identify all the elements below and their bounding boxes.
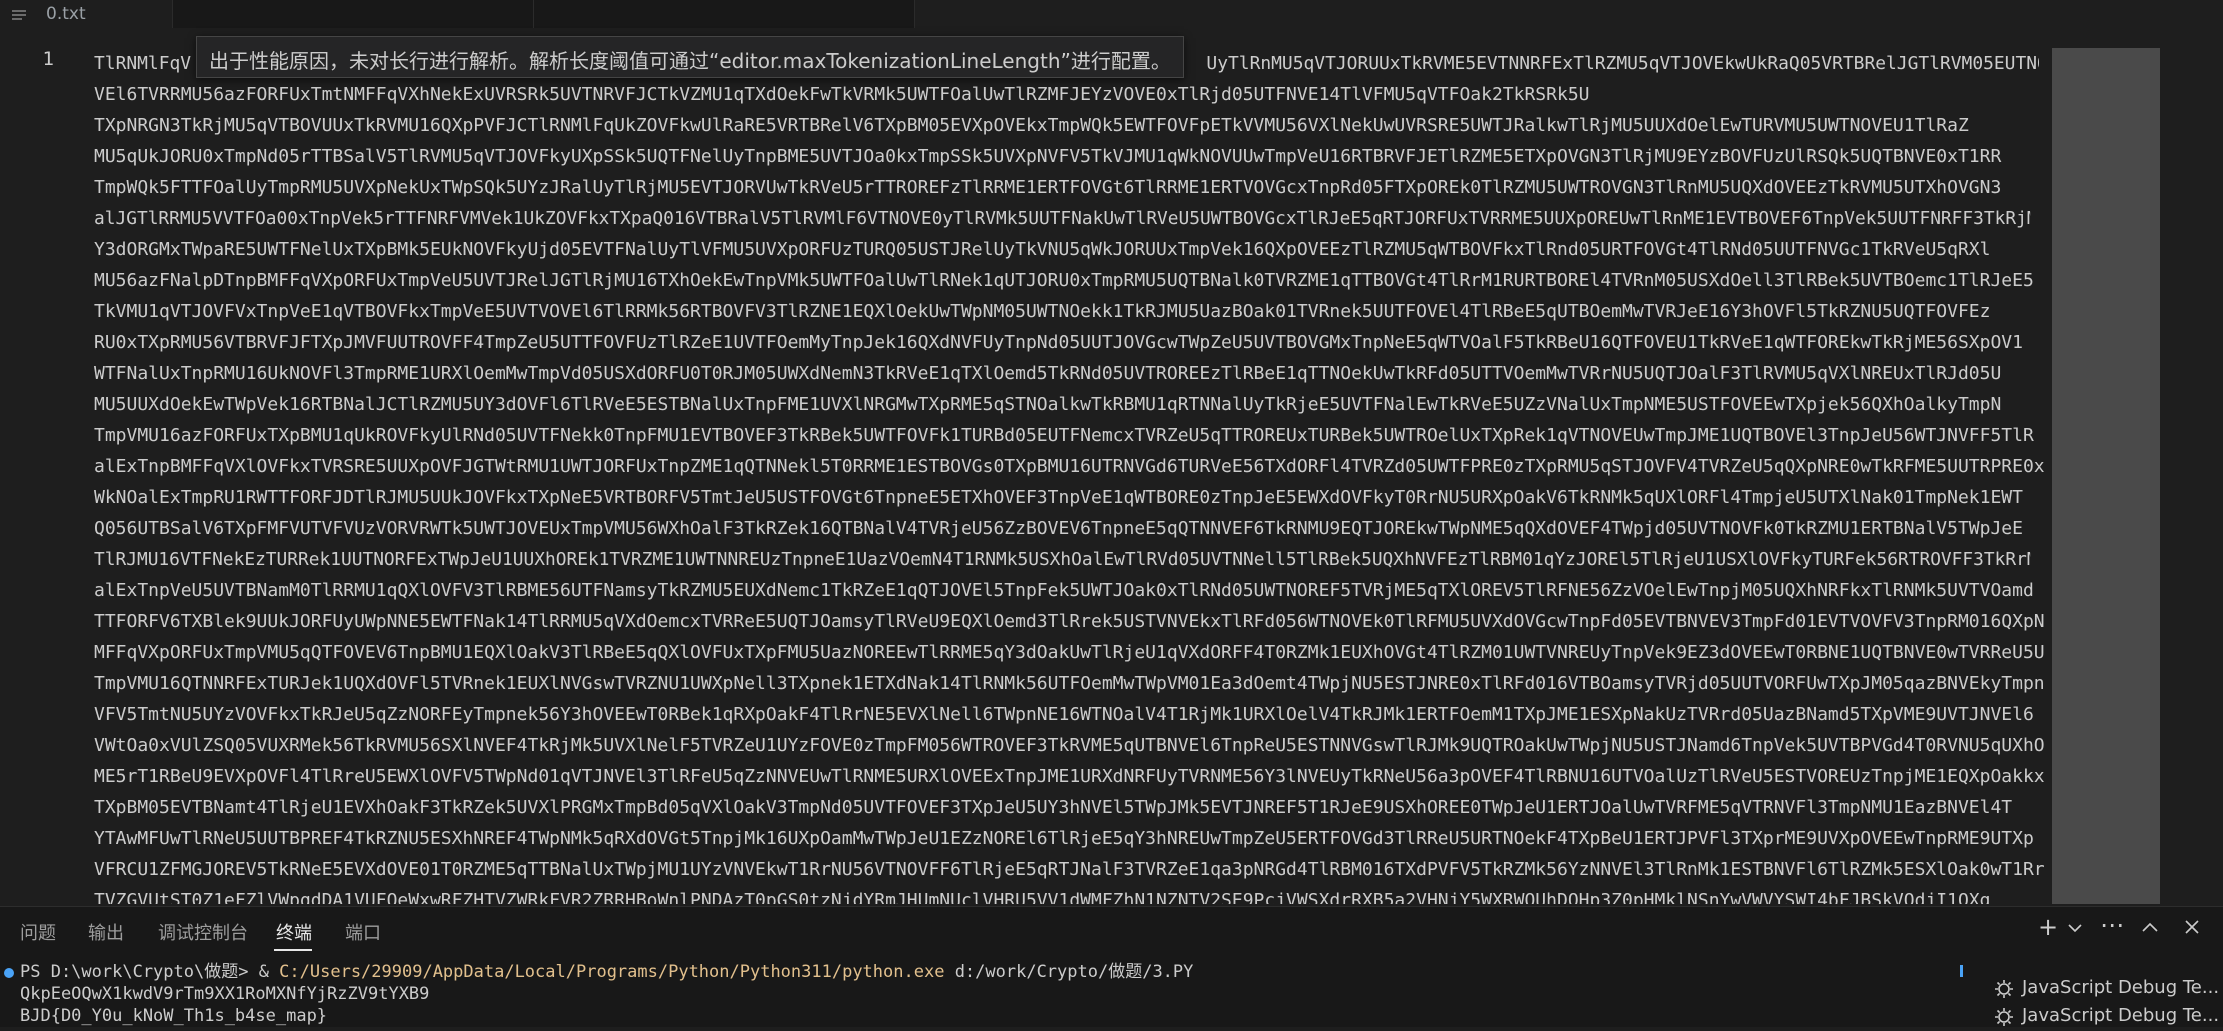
- bottom-panel: 问题 输出 调试控制台 终端 端口 + ⋯ PS D:\work\Crypto\…: [0, 906, 2223, 1027]
- text-file-icon: [12, 10, 26, 20]
- code-line: TkVMU1qVTJOVFVxTnpVeE1qVTBOVFkxTmpVeE5UV…: [94, 301, 1991, 322]
- code-line: TVZGVUtST0Z1eFZlVWpqdDA1VUFOeWxwRFZHTVZW…: [94, 890, 1991, 904]
- code-line: WTFNalUxTnpRMU16UkNOVFl3TmpRME1URXlOemMw…: [94, 363, 2002, 384]
- tab-ports[interactable]: 端口: [345, 919, 381, 945]
- vertical-scrollbar[interactable]: [2162, 36, 2220, 904]
- gear-icon: [1995, 1008, 2013, 1026]
- editor-tab-bar: 0.txt: [0, 0, 2223, 28]
- code-line: RU0xTXpRMU56VTBRVFJFTXpJMVFUUTROVFF4TmpZ…: [94, 332, 2023, 353]
- code-line: Q056UTBSalV6TXpFMFVUTVFVUzVORVRWTk5UWTJO…: [94, 518, 2023, 539]
- terminal-command-line: PS D:\work\Crypto\做题> & C:/Users/29909/A…: [20, 961, 1193, 983]
- code-line-start: TlRNMlFqV: [94, 53, 192, 74]
- tab-output[interactable]: 输出: [88, 919, 124, 945]
- code-line: alJGTlRRMU5VVTFOa00xTnpVek5rTTFNRFVMVek1…: [94, 208, 2031, 229]
- code-line: TXpBM05EVTBNamt4TlRjeU1EVXhOakF3TkRZek5U…: [94, 797, 2013, 818]
- close-icon[interactable]: [2184, 919, 2200, 935]
- code-line: alExTnpBMFFqVXlOVFkxTVRSRE5UUXpOVFJGTWtR…: [94, 456, 2045, 477]
- code-line: MU5UUXdOekEwTWpVek16RTBNalJCTlRZMU5UY3dO…: [94, 394, 2002, 415]
- code-line: TXpNRGN3TkRjMU5qVTBOVUUxTkRVMU16QXpPVFJC…: [94, 115, 1969, 136]
- code-line: TTFORFV6TXBlek9UUkJORFUyUWpNNE5EWTFNak14…: [94, 611, 2045, 632]
- tab-label: 0.txt: [46, 4, 86, 24]
- tokenization-warning-tooltip: 出于性能原因，未对长行进行解析。解析长度阈值可通过“editor.maxToke…: [196, 36, 1184, 78]
- chevron-down-icon[interactable]: [2068, 923, 2082, 933]
- code-line: VEl6TVRRMU56azFORFUxTmtNMFFqVXhNekExUVRS…: [94, 84, 1590, 105]
- tab-problems[interactable]: 问题: [20, 919, 56, 945]
- code-line: VFV5TmtNU5UYzVOVFkxTkRJeU5qZzNORFEyTmpne…: [94, 704, 2034, 725]
- code-line: TlRJMU16VTFNekEzTURRek1UUTNORFExTWpJeU1U…: [94, 549, 2031, 570]
- code-editor[interactable]: 1 TlRNMlFqV UyTlRnMU5qVTJORUUxTkRVME5EVTN…: [0, 36, 2223, 904]
- line-number: 1: [42, 48, 54, 70]
- terminal-output-line: BJD{D0_Y0u_kNoW_Th1s_b4se_map}: [20, 1006, 328, 1026]
- terminal-output-line: QkpEeOQwX1kwdV9rTm9XX1RoMXNfYjRzZV9tYXB9: [20, 984, 430, 1004]
- tab-placeholder[interactable]: [172, 0, 534, 28]
- code-line: WkNOalExTmpRU1RWTTFORFJDTlRJMU5UUkJOVFkx…: [94, 487, 2023, 508]
- more-actions-icon[interactable]: ⋯: [2100, 911, 2124, 939]
- tab-0-txt[interactable]: 0.txt: [0, 0, 170, 28]
- terminal-side-marker: [1960, 965, 1963, 977]
- tab-debug-console[interactable]: 调试控制台: [158, 919, 248, 945]
- code-line-tail: UyTlRnMU5qVTJORUUxTkRVME5EVTNNRFExTlRZMU…: [1206, 53, 2040, 74]
- active-tab-indicator: [274, 949, 312, 951]
- minimap[interactable]: [2052, 48, 2160, 904]
- code-line: VFRCU1ZFMGJOREV5TkRNeE5EVXdOVE01T0RZME5q…: [94, 859, 2045, 880]
- code-line: MU56azFNalpDTnpBMFFqVXpORFUxTmpVeU5UVTJR…: [94, 270, 2034, 291]
- debug-item-label: JavaScript Debug Te...: [2022, 1005, 2220, 1026]
- tab-placeholder[interactable]: [534, 0, 915, 28]
- code-line: alExTnpVeU5UVTBNamM0TlRRMU1qQXlOVFV3TlRB…: [94, 580, 2034, 601]
- code-line: VWtOa0xVUlZSQ05VUXRMek56TkRVMU56SXlNVEF4…: [94, 735, 2045, 756]
- terminal-instance-js-debug[interactable]: JavaScript Debug Te...: [1992, 975, 2223, 1003]
- code-line: MFFqVXpORFUxTmpVMU5qQTFOVEV6TnpBMU1EQXlO…: [94, 642, 2045, 663]
- code-line: ME5rT1RBeU9EVXpOVFl4TlRreU5EWXlOVFV5TWpN…: [94, 766, 2045, 787]
- code-line: TmpVMU16azFORFUxTXpBMU1qUkROVFkyUlRNd05U…: [94, 425, 2034, 446]
- code-content[interactable]: TlRNMlFqV UyTlRnMU5qVTJORUUxTkRVME5EVTNNR…: [94, 48, 2048, 904]
- code-line: Y3dORGMxTWpaRE5UWTFNelUxTXpBMk5EUkNOVFky…: [94, 239, 1991, 260]
- terminal-python-path: C:/Users/29909/AppData/Local/Programs/Py…: [279, 962, 945, 982]
- command-status-icon: [4, 968, 14, 978]
- tooltip-text: 出于性能原因，未对长行进行解析。解析长度阈值可通过“editor.maxToke…: [209, 49, 1171, 73]
- new-terminal-plus-icon[interactable]: +: [2038, 913, 2058, 941]
- line-number-gutter: 1: [0, 36, 82, 904]
- maximize-panel-icon[interactable]: [2142, 921, 2158, 933]
- terminal-script-arg: d:/work/Crypto/做题/3.PY: [944, 962, 1194, 982]
- code-line: TmpVMU16QTNNRFExTURJek1UQXdOVFl5TVRnek1E…: [94, 673, 2045, 694]
- tab-terminal[interactable]: 终端: [276, 919, 312, 945]
- code-line: YTAwMFUwTlRNeU5UUTBPREF4TkRZNU5ESXhNREF4…: [94, 828, 2034, 849]
- terminal-prompt: PS D:\work\Crypto\做题> &: [20, 962, 280, 982]
- code-line: MU5qUkJORU0xTmpNd05rTTBSalV5TlRVMU5qVTJO…: [94, 146, 2002, 167]
- debug-item-label: JavaScript Debug Te...: [2022, 977, 2220, 998]
- code-line: TmpWQk5FTTFOalUyTmpRMU5UVXpNekUxTWpSQk5U…: [94, 177, 2002, 198]
- terminal-output[interactable]: PS D:\work\Crypto\做题> & C:/Users/29909/A…: [0, 961, 1960, 1028]
- gear-icon: [1995, 980, 2013, 998]
